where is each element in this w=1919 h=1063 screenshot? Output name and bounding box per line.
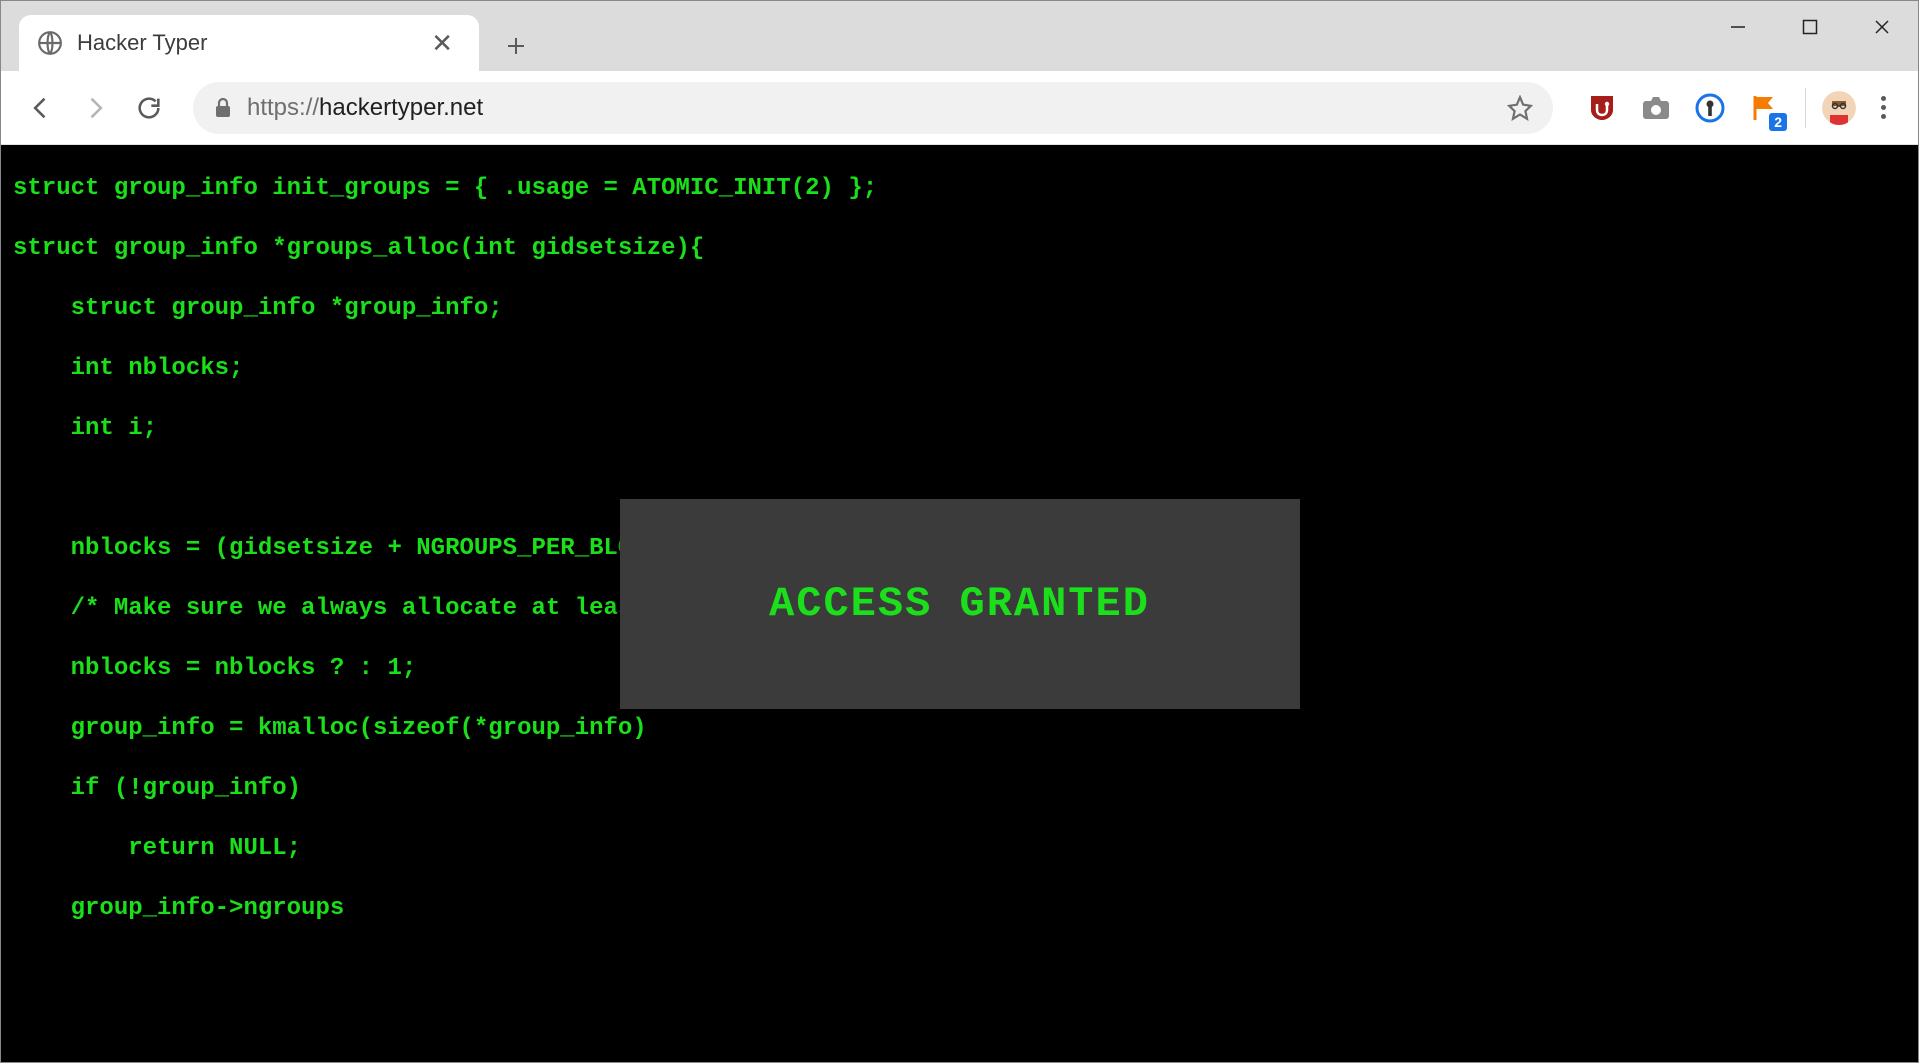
profile-avatar[interactable] bbox=[1822, 91, 1856, 125]
forward-button[interactable] bbox=[73, 86, 117, 130]
globe-icon bbox=[37, 30, 63, 56]
page-content[interactable]: struct group_info init_groups = { .usage… bbox=[1, 145, 1918, 1062]
flag-badge-count: 2 bbox=[1769, 113, 1787, 131]
url-text: https://hackertyper.net bbox=[247, 94, 1493, 122]
window-close-button[interactable] bbox=[1846, 1, 1918, 53]
url-host: hackertyper.net bbox=[319, 94, 483, 121]
extension-icons: 2 bbox=[1585, 91, 1781, 125]
tab-title: Hacker Typer bbox=[77, 30, 425, 56]
new-tab-button[interactable] bbox=[491, 21, 541, 71]
url-scheme: https:// bbox=[247, 94, 319, 121]
browser-tab-active[interactable]: Hacker Typer ✕ bbox=[19, 15, 479, 71]
chrome-menu-button[interactable] bbox=[1866, 90, 1900, 125]
toolbar-divider bbox=[1805, 88, 1806, 128]
flag-icon[interactable]: 2 bbox=[1747, 91, 1781, 125]
window-minimize-button[interactable] bbox=[1702, 1, 1774, 53]
access-overlay-text: ACCESS GRANTED bbox=[769, 580, 1150, 628]
address-bar[interactable]: https://hackertyper.net bbox=[193, 82, 1553, 134]
window-controls bbox=[1702, 1, 1918, 53]
back-button[interactable] bbox=[19, 86, 63, 130]
window-maximize-button[interactable] bbox=[1774, 1, 1846, 53]
bookmark-star-icon[interactable] bbox=[1507, 95, 1533, 121]
camera-icon[interactable] bbox=[1639, 91, 1673, 125]
browser-toolbar: https://hackertyper.net 2 bbox=[1, 71, 1918, 145]
onepassword-icon[interactable] bbox=[1693, 91, 1727, 125]
tab-close-icon[interactable]: ✕ bbox=[425, 28, 459, 59]
ublock-icon[interactable] bbox=[1585, 91, 1619, 125]
lock-icon bbox=[213, 97, 233, 119]
browser-tabstrip: Hacker Typer ✕ bbox=[1, 1, 1918, 71]
access-overlay: ACCESS GRANTED bbox=[620, 499, 1300, 709]
reload-button[interactable] bbox=[127, 86, 171, 130]
